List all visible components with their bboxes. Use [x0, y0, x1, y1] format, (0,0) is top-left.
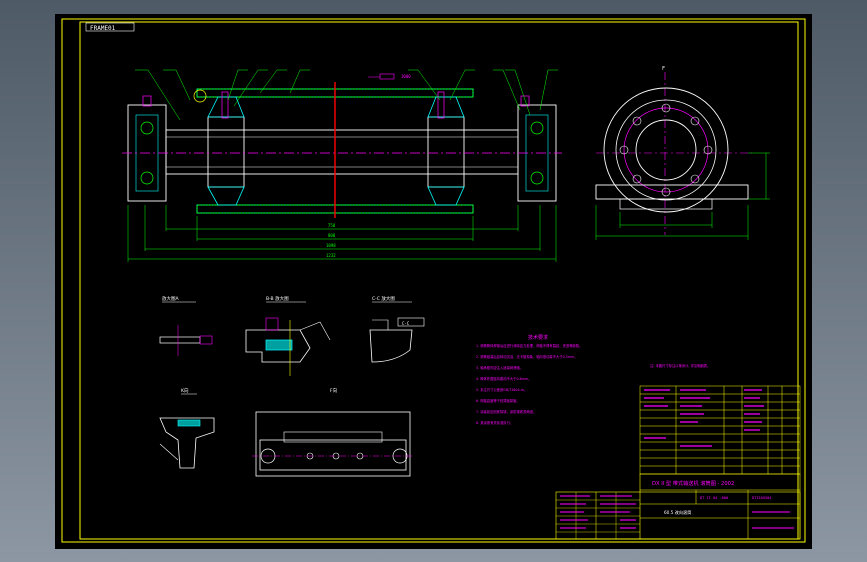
- dim-750: 750: [328, 223, 336, 228]
- note-8: 8. 其余按有关标准执行。: [476, 420, 513, 425]
- drawing-number: DT II 04 ·800: [700, 496, 728, 500]
- detail-k: K向: [159, 387, 215, 469]
- detail-c-callout: C-C: [402, 321, 410, 326]
- roller-outer-circle: [603, 87, 729, 213]
- dim-1232: 1232: [326, 253, 336, 258]
- shaft: [165, 129, 519, 175]
- detail-f: F向: [252, 387, 414, 477]
- title-block: DX II 型 带式输送机 滚筒图 - 2002 DT II 04 ·800 6…: [555, 473, 801, 540]
- hub-right: [427, 116, 465, 188]
- parts-list: [639, 385, 801, 475]
- roller-main-view: 1000 750 800 1098 1232: [122, 69, 562, 262]
- drawing-title: DX II 型 带式输送机 滚筒图 - 2002: [652, 479, 734, 487]
- note-1: 1. 滚筒筒体焊接后应进行消除应力处理，焊缝不得有裂纹、夹渣等缺陷。: [476, 343, 582, 348]
- detail-circle-a: [193, 89, 207, 103]
- note-3: 3. 轴承座内应注入适量润滑脂。: [476, 365, 523, 370]
- technical-notes: 技术要求 1. 滚筒筒体焊接后应进行消除应力处理，焊缝不得有裂纹、夹渣等缺陷。 …: [476, 334, 710, 425]
- hub-left: [207, 116, 245, 188]
- detail-k-title: K向: [181, 387, 189, 394]
- drawing-viewport[interactable]: FRAME01 1000 750 800 1098 1232 F 放大图A B-…: [55, 14, 812, 549]
- bearing-base: [595, 184, 749, 200]
- corner-label: FRAME01: [90, 25, 116, 32]
- note-4: 4. 筒体外圆径向跳动不大于0.6mm。: [476, 376, 531, 381]
- note-5: 5. 未注尺寸公差按GB/T1804-m。: [476, 387, 527, 392]
- detail-a-title: 放大图A: [162, 295, 179, 302]
- bearing-plate-outline: [255, 411, 411, 477]
- detail-c-title: C-C 放大图: [372, 295, 395, 302]
- section-tag: 1000: [401, 74, 411, 79]
- detail-c: C-C 放大图 C-C: [369, 295, 425, 363]
- part-name: 60.5 改向滚筒: [664, 509, 691, 516]
- dim-800: 800: [328, 233, 336, 238]
- note-2: 2. 滚筒组装后应转动灵活，无卡阻现象，轴向窜动量不大于0.5mm。: [476, 354, 578, 359]
- notes-heading: 技术要求: [528, 334, 548, 341]
- weld-section-fill: [265, 339, 293, 351]
- detail-b-title: B-B 放大图: [266, 295, 289, 302]
- detail-f-title: F向: [330, 387, 338, 394]
- note-7: 7. 涂装前应彻底除锈，涂防锈底漆两道。: [476, 409, 536, 414]
- side-view-label: F: [662, 66, 665, 72]
- side-view: F: [595, 66, 770, 240]
- detail-a: 放大图A: [159, 295, 213, 356]
- cad-drawing: FRAME01 1000 750 800 1098 1232 F 放大图A B-…: [61, 18, 806, 543]
- inner-frame: [79, 21, 799, 540]
- side-note: 注: 本图尺寸标注以毫米计, 详见明细表。: [650, 363, 710, 368]
- dim-1098: 1098: [326, 243, 336, 248]
- note-6: 6. 焊缝高度等于较薄板厚度。: [476, 398, 520, 403]
- detail-b: B-B 放大图: [245, 295, 331, 376]
- part-code: DTII05504: [752, 496, 771, 500]
